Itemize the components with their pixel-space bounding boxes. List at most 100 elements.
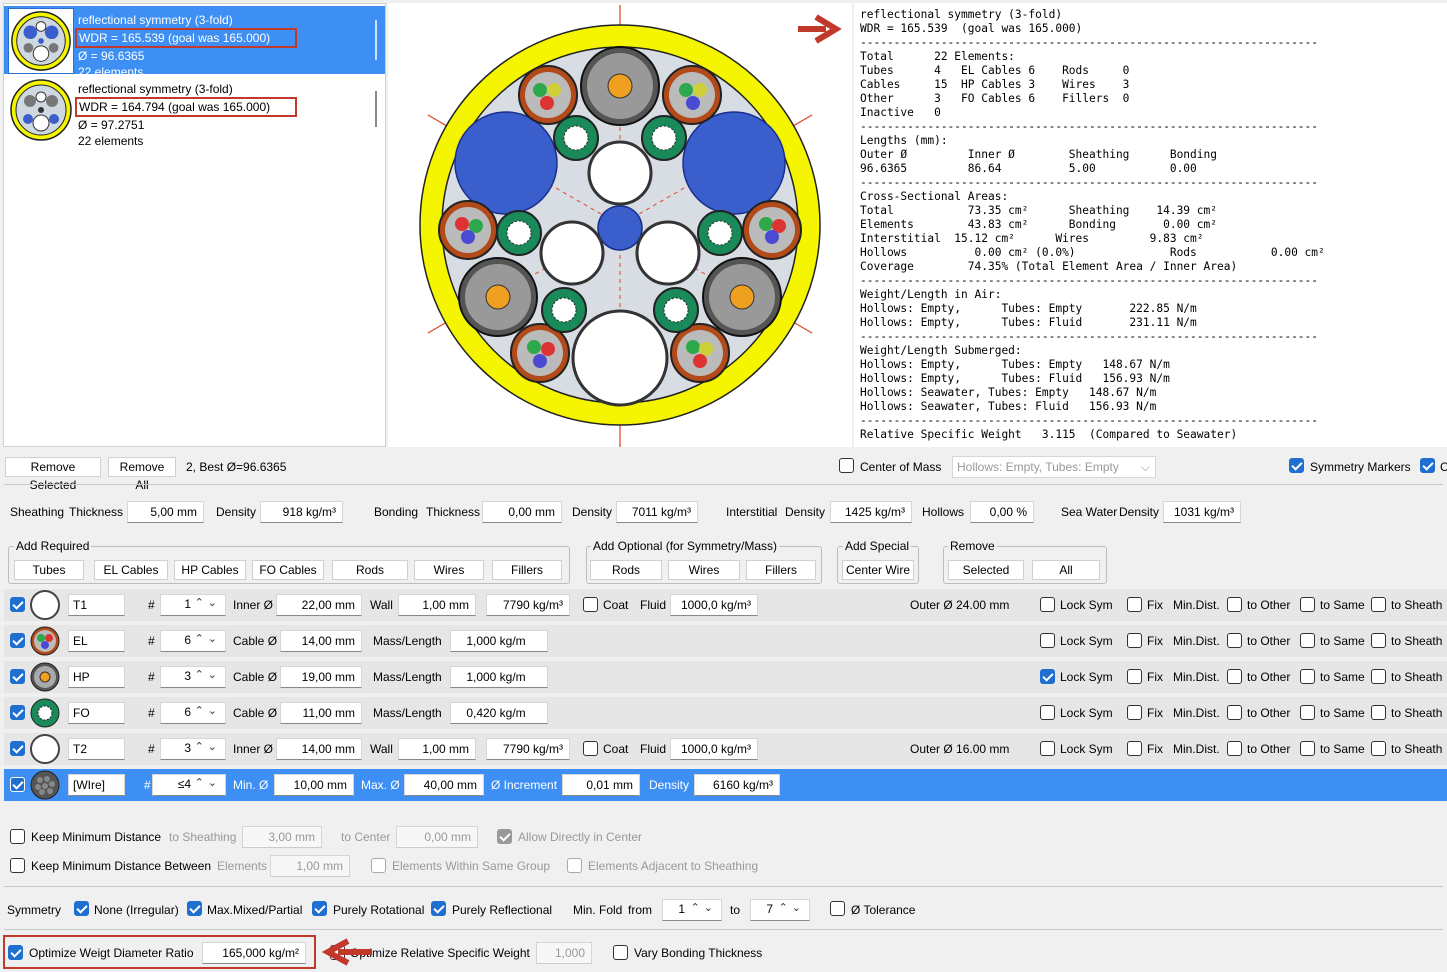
symmetry-none-checkbox[interactable] — [74, 901, 89, 916]
inner-diameter-input[interactable]: 22,00 mm — [276, 594, 362, 616]
add-rods-button[interactable]: Rods — [332, 560, 408, 580]
cable-diameter-input[interactable]: 14,00 mm — [280, 630, 362, 652]
elements-distance-input[interactable]: 1,00 mm — [270, 855, 350, 877]
bonding-density-input[interactable]: 7011 kg/m³ — [616, 501, 698, 523]
count-stepper[interactable]: ≤4 ⌃⌄ — [152, 774, 226, 796]
lock-sym-checkbox[interactable] — [1040, 705, 1055, 720]
count-stepper[interactable]: 6 ⌃⌄ — [160, 702, 226, 724]
add-el-cables-button[interactable]: EL Cables — [94, 560, 168, 580]
result-item[interactable]: reflectional symmetry (3-fold) WDR = 165… — [4, 6, 385, 79]
fluid-density-input[interactable]: 1000,0 kg/m³ — [670, 738, 758, 760]
element-enabled-checkbox[interactable] — [10, 741, 25, 756]
seawater-density-input[interactable]: 1031 kg/m³ — [1163, 501, 1241, 523]
vary-bonding-checkbox[interactable] — [613, 945, 628, 960]
increment-input[interactable]: 0,01 mm — [562, 774, 640, 796]
stepper-arrows-icon[interactable]: ⌃⌄ — [195, 704, 221, 717]
tube-density-input[interactable]: 7790 kg/m³ — [486, 738, 570, 760]
to-sheath-checkbox[interactable] — [1371, 705, 1386, 720]
optimize-rsw-input[interactable]: 1,000 — [536, 942, 592, 964]
add-center-wire-button[interactable]: Center Wire — [842, 560, 914, 580]
element-row-wire[interactable]: [WIre] # ≤4 ⌃⌄ Min. Ø 10,00 mm Max. Ø 40,… — [4, 769, 1447, 801]
to-sheath-checkbox[interactable] — [1371, 597, 1386, 612]
tolerance-checkbox[interactable] — [830, 901, 845, 916]
center-of-mass-checkbox[interactable] — [839, 458, 854, 473]
to-same-checkbox[interactable] — [1300, 633, 1315, 648]
add-fillers-button[interactable]: Fillers — [492, 560, 562, 580]
symmetry-mixed-checkbox[interactable] — [187, 901, 202, 916]
count-stepper[interactable]: 6 ⌃⌄ — [160, 630, 226, 652]
wall-input[interactable]: 1,00 mm — [398, 594, 476, 616]
fix-checkbox[interactable] — [1127, 669, 1142, 684]
result-list[interactable]: reflectional symmetry (3-fold) WDR = 165… — [3, 3, 386, 447]
add-optional-fillers-button[interactable]: Fillers — [746, 560, 816, 580]
element-enabled-checkbox[interactable] — [10, 597, 25, 612]
tube-density-input[interactable]: 7790 kg/m³ — [486, 594, 570, 616]
result-item[interactable]: reflectional symmetry (3-fold) WDR = 164… — [4, 75, 385, 148]
mass-length-input[interactable]: 1,000 kg/m — [450, 630, 548, 652]
coat-checkbox[interactable] — [583, 741, 598, 756]
lock-sym-checkbox[interactable] — [1040, 633, 1055, 648]
stepper-arrows-icon[interactable]: ⌃⌄ — [195, 740, 221, 753]
to-sheath-checkbox[interactable] — [1371, 741, 1386, 756]
remove-selected-group-button[interactable]: Selected — [948, 560, 1024, 580]
lock-sym-checkbox[interactable] — [1040, 741, 1055, 756]
to-same-checkbox[interactable] — [1300, 669, 1315, 684]
add-fo-cables-button[interactable]: FO Cables — [252, 560, 324, 580]
add-optional-wires-button[interactable]: Wires — [668, 560, 740, 580]
interstitial-density-input[interactable]: 1425 kg/m³ — [830, 501, 912, 523]
fix-checkbox[interactable] — [1127, 741, 1142, 756]
to-other-checkbox[interactable] — [1227, 597, 1242, 612]
mass-length-input[interactable]: 0,420 kg/m — [450, 702, 548, 724]
element-name-input[interactable]: HP — [68, 666, 125, 688]
to-sheath-checkbox[interactable] — [1371, 669, 1386, 684]
element-name-input[interactable]: T2 — [68, 738, 125, 760]
element-row-el[interactable]: EL # 6 ⌃⌄ Cable Ø 14,00 mm Mass/Length 1,… — [4, 625, 1447, 657]
to-other-checkbox[interactable] — [1227, 741, 1242, 756]
fix-checkbox[interactable] — [1127, 705, 1142, 720]
add-tubes-button[interactable]: Tubes — [14, 560, 84, 580]
keep-min-distance-checkbox[interactable] — [10, 829, 25, 844]
element-name-input[interactable]: EL — [68, 630, 125, 652]
element-row-hp[interactable]: HP # 3 ⌃⌄ Cable Ø 19,00 mm Mass/Length 1,… — [4, 661, 1447, 693]
lock-sym-checkbox[interactable] — [1040, 597, 1055, 612]
add-wires-button[interactable]: Wires — [414, 560, 484, 580]
element-name-input[interactable]: FO — [68, 702, 125, 724]
to-same-checkbox[interactable] — [1300, 741, 1315, 756]
fix-checkbox[interactable] — [1127, 597, 1142, 612]
fluid-density-input[interactable]: 1000,0 kg/m³ — [670, 594, 758, 616]
sheathing-density-input[interactable]: 918 kg/m³ — [260, 501, 343, 523]
inner-diameter-input[interactable]: 14,00 mm — [276, 738, 362, 760]
to-same-checkbox[interactable] — [1300, 705, 1315, 720]
sheathing-thickness-input[interactable]: 5,00 mm — [127, 501, 204, 523]
element-name-input[interactable]: [WIre] — [68, 774, 125, 796]
remove-selected-button[interactable]: Remove Selected — [5, 457, 101, 492]
cable-diameter-input[interactable]: 19,00 mm — [280, 666, 362, 688]
remove-all-group-button[interactable]: All — [1032, 560, 1100, 580]
bonding-thickness-input[interactable]: 0,00 mm — [482, 501, 562, 523]
wall-input[interactable]: 1,00 mm — [398, 738, 476, 760]
element-enabled-checkbox[interactable] — [10, 669, 25, 684]
to-sheathing-input[interactable]: 3,00 mm — [242, 826, 322, 848]
to-other-checkbox[interactable] — [1227, 705, 1242, 720]
stepper-arrows-icon[interactable]: ⌃⌄ — [779, 901, 805, 914]
element-row-fo[interactable]: FO # 6 ⌃⌄ Cable Ø 11,00 mm Mass/Length 0,… — [4, 697, 1447, 729]
optimize-wdr-checkbox[interactable] — [8, 945, 23, 960]
within-group-checkbox[interactable] — [371, 858, 386, 873]
symmetry-rotational-checkbox[interactable] — [312, 901, 327, 916]
stepper-arrows-icon[interactable]: ⌃⌄ — [195, 632, 221, 645]
element-enabled-checkbox[interactable] — [10, 777, 25, 792]
scrollbar[interactable] — [375, 91, 377, 127]
hollows-input[interactable]: 0,00 % — [970, 501, 1034, 523]
lock-sym-checkbox[interactable] — [1040, 669, 1055, 684]
allow-center-checkbox[interactable] — [497, 829, 512, 844]
element-enabled-checkbox[interactable] — [10, 633, 25, 648]
optimize-wdr-input[interactable]: 165,000 kg/m² — [202, 942, 306, 964]
to-sheath-checkbox[interactable] — [1371, 633, 1386, 648]
stepper-arrows-icon[interactable]: ⌃⌄ — [195, 596, 221, 609]
element-enabled-checkbox[interactable] — [10, 705, 25, 720]
keep-min-distance-between-checkbox[interactable] — [10, 858, 25, 873]
stepper-arrows-icon[interactable]: ⌃⌄ — [195, 668, 221, 681]
count-stepper[interactable]: 3 ⌃⌄ — [160, 738, 226, 760]
extra-checkbox[interactable] — [1420, 458, 1435, 473]
cable-cross-section-view[interactable] — [388, 3, 852, 447]
